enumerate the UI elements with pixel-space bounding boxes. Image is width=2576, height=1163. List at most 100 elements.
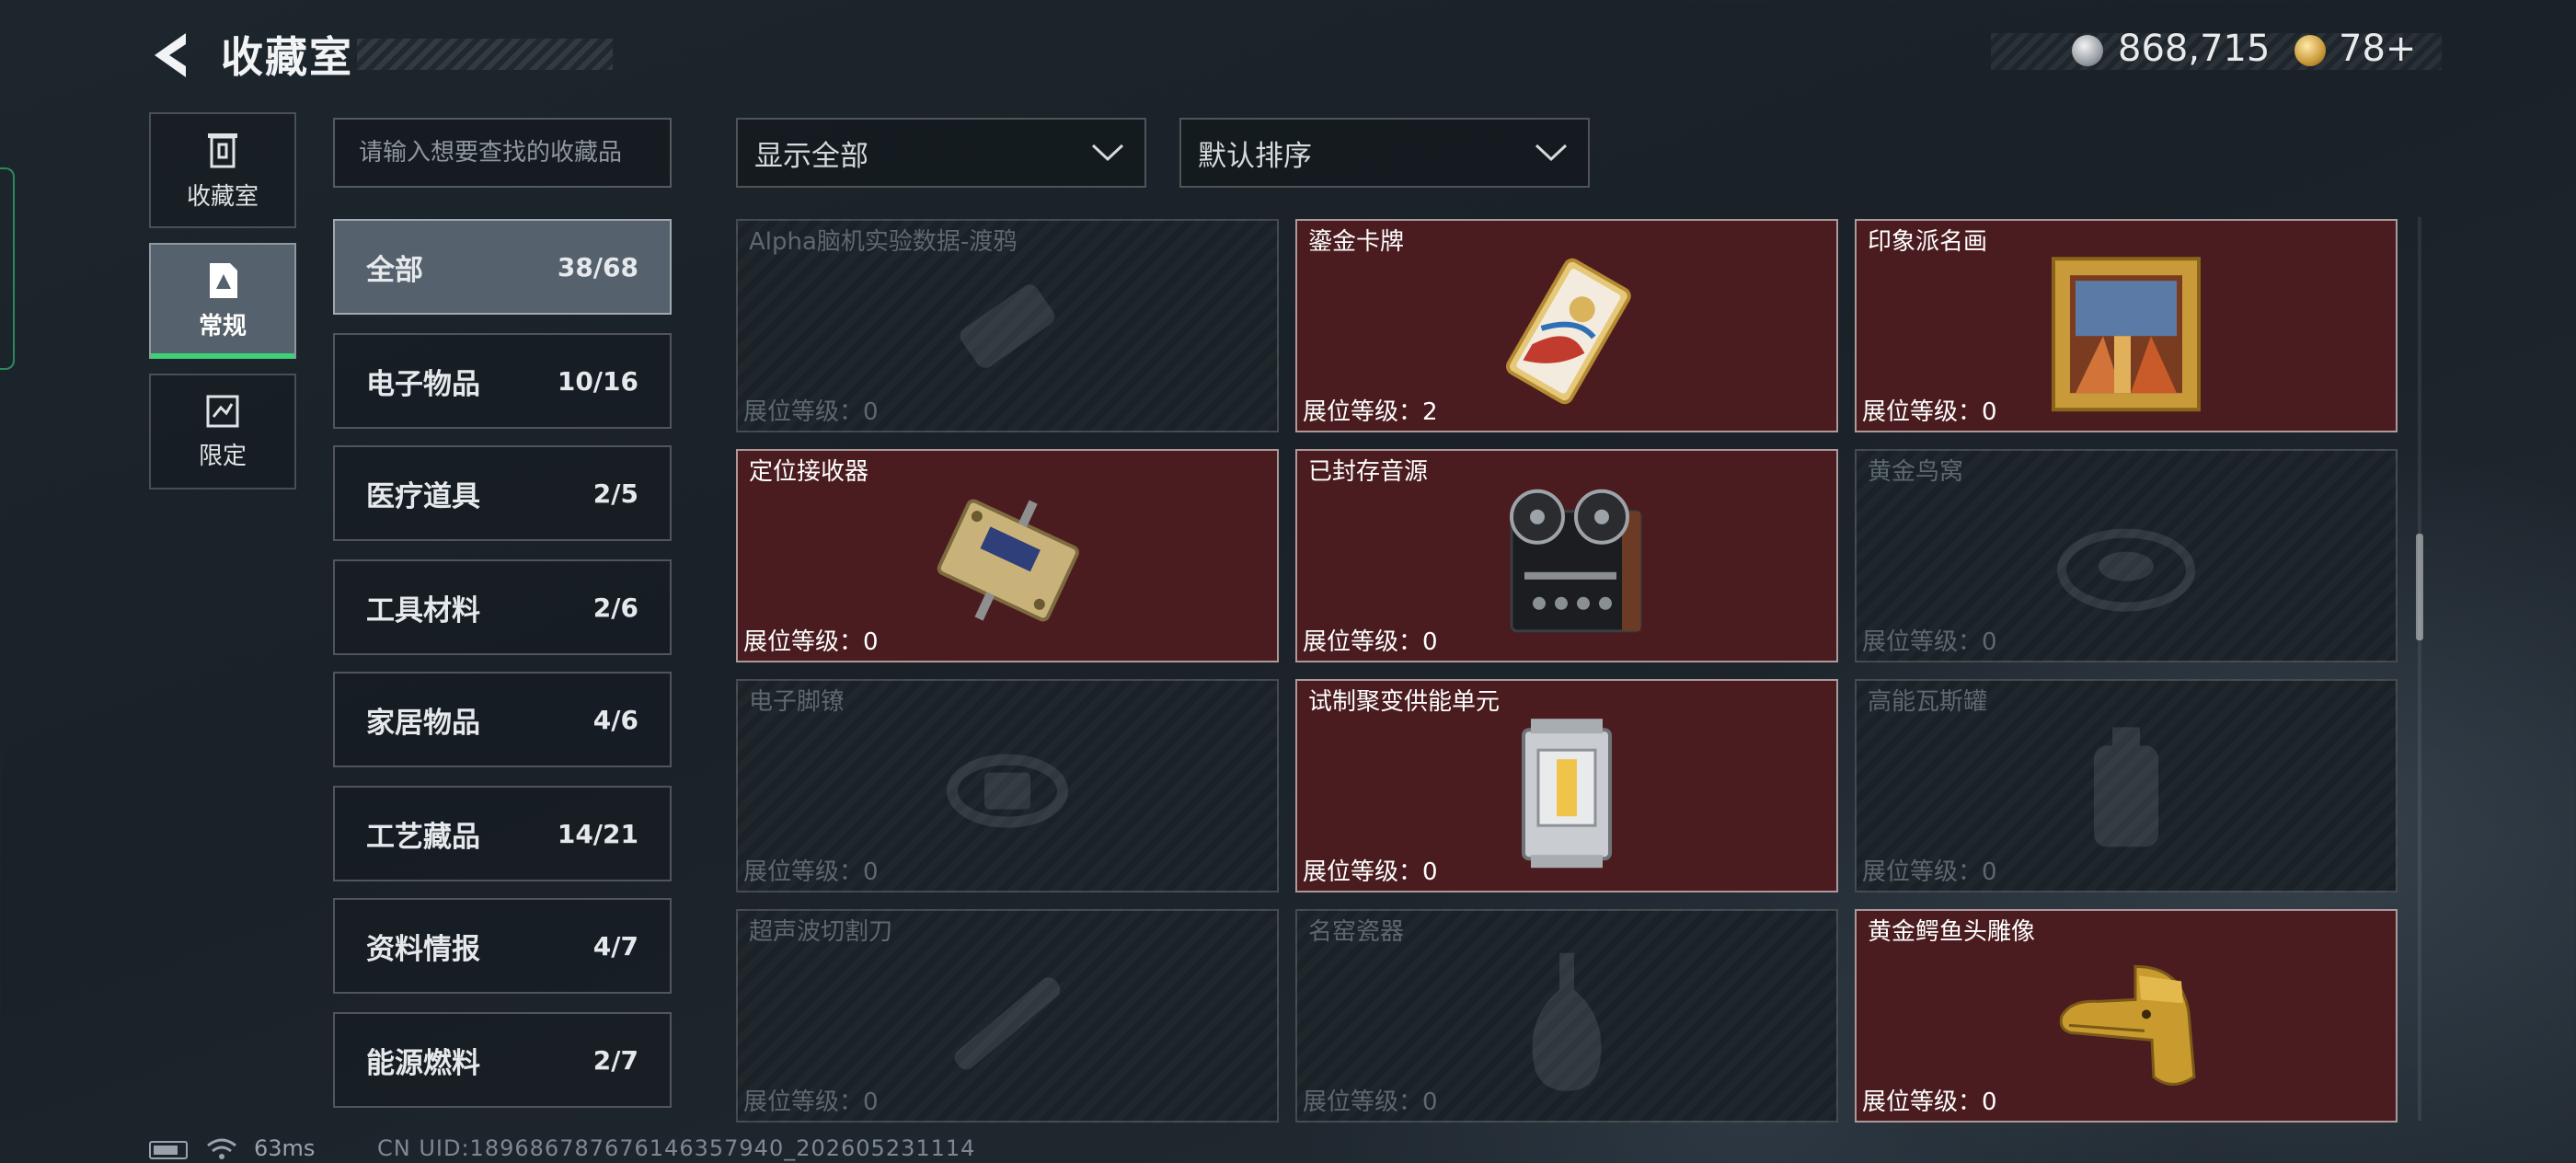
- category-name: 家居物品: [366, 706, 480, 740]
- collection-item-card[interactable]: 试制聚变供能单元 展位等级：0: [1295, 679, 1838, 892]
- gold-currency-amount[interactable]: 78+: [2339, 28, 2416, 70]
- item-name: 试制聚变供能单元: [1308, 688, 1501, 716]
- ankle-monitor-icon: [947, 754, 1068, 828]
- category-all[interactable]: 全部 38/68: [333, 219, 672, 315]
- battery-icon: [149, 1141, 188, 1159]
- title-decoration: [357, 39, 613, 70]
- collection-item-card[interactable]: 已封存音源 展位等级：0: [1295, 449, 1838, 662]
- display-level: 展位等级：0: [743, 1088, 879, 1116]
- category-intel[interactable]: 资料情报 4/7: [333, 898, 672, 994]
- category-household[interactable]: 家居物品 4/6: [333, 672, 672, 767]
- locator-receiver-icon: [937, 499, 1079, 622]
- collection-item-card[interactable]: 黄金鳄鱼头雕像 展位等级：0: [1855, 909, 2398, 1123]
- reel-tape-recorder-icon: [1510, 489, 1642, 633]
- sort-dropdown[interactable]: 默认排序: [1179, 118, 1590, 188]
- display-level: 展位等级：0: [1862, 1088, 1997, 1116]
- item-name: 黄金鳄鱼头雕像: [1868, 918, 2036, 946]
- golden-crocodile-head-icon: [2059, 964, 2196, 1086]
- framed-painting-icon: [2052, 257, 2201, 412]
- grid-scrollbar-track[interactable]: [2418, 217, 2421, 1121]
- category-name: 工艺藏品: [366, 820, 480, 854]
- back-button[interactable]: [145, 28, 210, 83]
- item-name: 电子脚镣: [749, 688, 845, 716]
- category-name: 电子物品: [366, 367, 480, 401]
- category-electronics[interactable]: 电子物品 10/16: [333, 333, 672, 429]
- chevron-down-icon: [1535, 144, 1568, 162]
- limited-card-icon: [206, 395, 239, 427]
- category-count: 38/68: [557, 251, 638, 282]
- ultrasonic-cutter-icon: [954, 977, 1061, 1070]
- side-drawer-handle[interactable]: [0, 167, 15, 370]
- nav-tab-limited[interactable]: 限定: [149, 374, 296, 489]
- user-uid: CN UID:189686787676146357940_20260523111…: [377, 1135, 976, 1161]
- collection-card-icon: [210, 262, 237, 298]
- category-name: 能源燃料: [366, 1046, 480, 1080]
- collection-item-card[interactable]: 黄金鸟窝 展位等级：0: [1855, 449, 2398, 662]
- collection-item-card[interactable]: 高能瓦斯罐 展位等级：0: [1855, 679, 2398, 892]
- display-level: 展位等级：0: [1862, 628, 1997, 656]
- golden-nest-icon: [2057, 528, 2195, 612]
- category-count: 4/6: [592, 704, 638, 735]
- category-tools[interactable]: 工具材料 2/6: [333, 559, 672, 655]
- nav-tab-regular[interactable]: 常规: [149, 243, 296, 359]
- category-count: 2/7: [592, 1044, 638, 1076]
- item-name: 名窑瓷器: [1308, 918, 1405, 946]
- display-level: 展位等级：0: [1862, 398, 1997, 426]
- collection-item-card[interactable]: 电子脚镣 展位等级：0: [736, 679, 1279, 892]
- usb-drive-icon: [960, 284, 1055, 368]
- item-name: Alpha脑机实验数据-渡鸦: [749, 228, 1018, 256]
- silver-currency-amount: 868,715: [2118, 28, 2271, 70]
- nav-tab-collection-room[interactable]: 收藏室: [149, 112, 296, 228]
- item-name: 黄金鸟窝: [1868, 458, 1964, 486]
- active-tab-indicator: [151, 353, 294, 359]
- display-level: 展位等级：0: [743, 398, 879, 426]
- nav-tab-label: 收藏室: [186, 182, 259, 211]
- category-medical[interactable]: 医疗道具 2/5: [333, 445, 672, 541]
- trash-bin-icon: [208, 132, 237, 167]
- item-name: 已封存音源: [1308, 458, 1429, 486]
- category-count: 10/16: [557, 365, 638, 397]
- display-level: 展位等级：2: [1303, 398, 1438, 426]
- nav-tab-label: 限定: [198, 442, 247, 470]
- category-energy[interactable]: 能源燃料 2/7: [333, 1012, 672, 1108]
- item-name: 超声波切割刀: [749, 918, 893, 946]
- category-count: 2/5: [592, 478, 638, 509]
- display-level: 展位等级：0: [1862, 858, 1997, 886]
- category-count: 14/21: [557, 818, 638, 849]
- collection-item-card[interactable]: 超声波切割刀 展位等级：0: [736, 909, 1279, 1123]
- gilded-card-icon: [1506, 258, 1631, 405]
- display-level: 展位等级：0: [743, 628, 879, 656]
- item-name: 鎏金卡牌: [1308, 228, 1405, 256]
- item-name: 高能瓦斯罐: [1868, 688, 1988, 716]
- gas-canister-icon: [2094, 727, 2158, 847]
- category-count: 4/7: [592, 930, 638, 961]
- display-filter-dropdown[interactable]: 显示全部: [736, 118, 1146, 188]
- page-title: 收藏室: [221, 32, 353, 82]
- category-name: 资料情报: [366, 932, 480, 966]
- search-input[interactable]: [333, 118, 672, 188]
- grid-scrollbar-thumb[interactable]: [2416, 534, 2423, 640]
- category-count: 2/6: [592, 592, 638, 623]
- chevron-down-icon: [1091, 144, 1124, 162]
- silver-coin-icon: [2072, 35, 2103, 66]
- collection-item-card[interactable]: 名窑瓷器 展位等级：0: [1295, 909, 1838, 1123]
- fusion-cell-icon: [1522, 719, 1612, 869]
- collection-item-card[interactable]: Alpha脑机实验数据-渡鸦 展位等级：0: [736, 219, 1279, 432]
- wifi-icon: [206, 1137, 237, 1163]
- category-name: 全部: [366, 253, 423, 287]
- network-ping: 63ms: [254, 1135, 316, 1161]
- category-name: 工具材料: [366, 593, 480, 628]
- display-level: 展位等级：0: [1303, 628, 1438, 656]
- display-filter-label: 显示全部: [754, 139, 868, 173]
- nav-tab-label: 常规: [198, 312, 247, 340]
- display-level: 展位等级：0: [1303, 1088, 1438, 1116]
- category-crafts[interactable]: 工艺藏品 14/21: [333, 786, 672, 881]
- sort-label: 默认排序: [1198, 139, 1312, 173]
- item-name: 印象派名画: [1868, 228, 1988, 256]
- collection-item-card[interactable]: 印象派名画 展位等级：0: [1855, 219, 2398, 432]
- collection-item-card[interactable]: 定位接收器 展位等级：0: [736, 449, 1279, 662]
- porcelain-vase-icon: [1532, 952, 1602, 1091]
- display-level: 展位等级：0: [1303, 858, 1438, 886]
- collection-item-card[interactable]: 鎏金卡牌 展位等级：2: [1295, 219, 1838, 432]
- item-name: 定位接收器: [749, 458, 869, 486]
